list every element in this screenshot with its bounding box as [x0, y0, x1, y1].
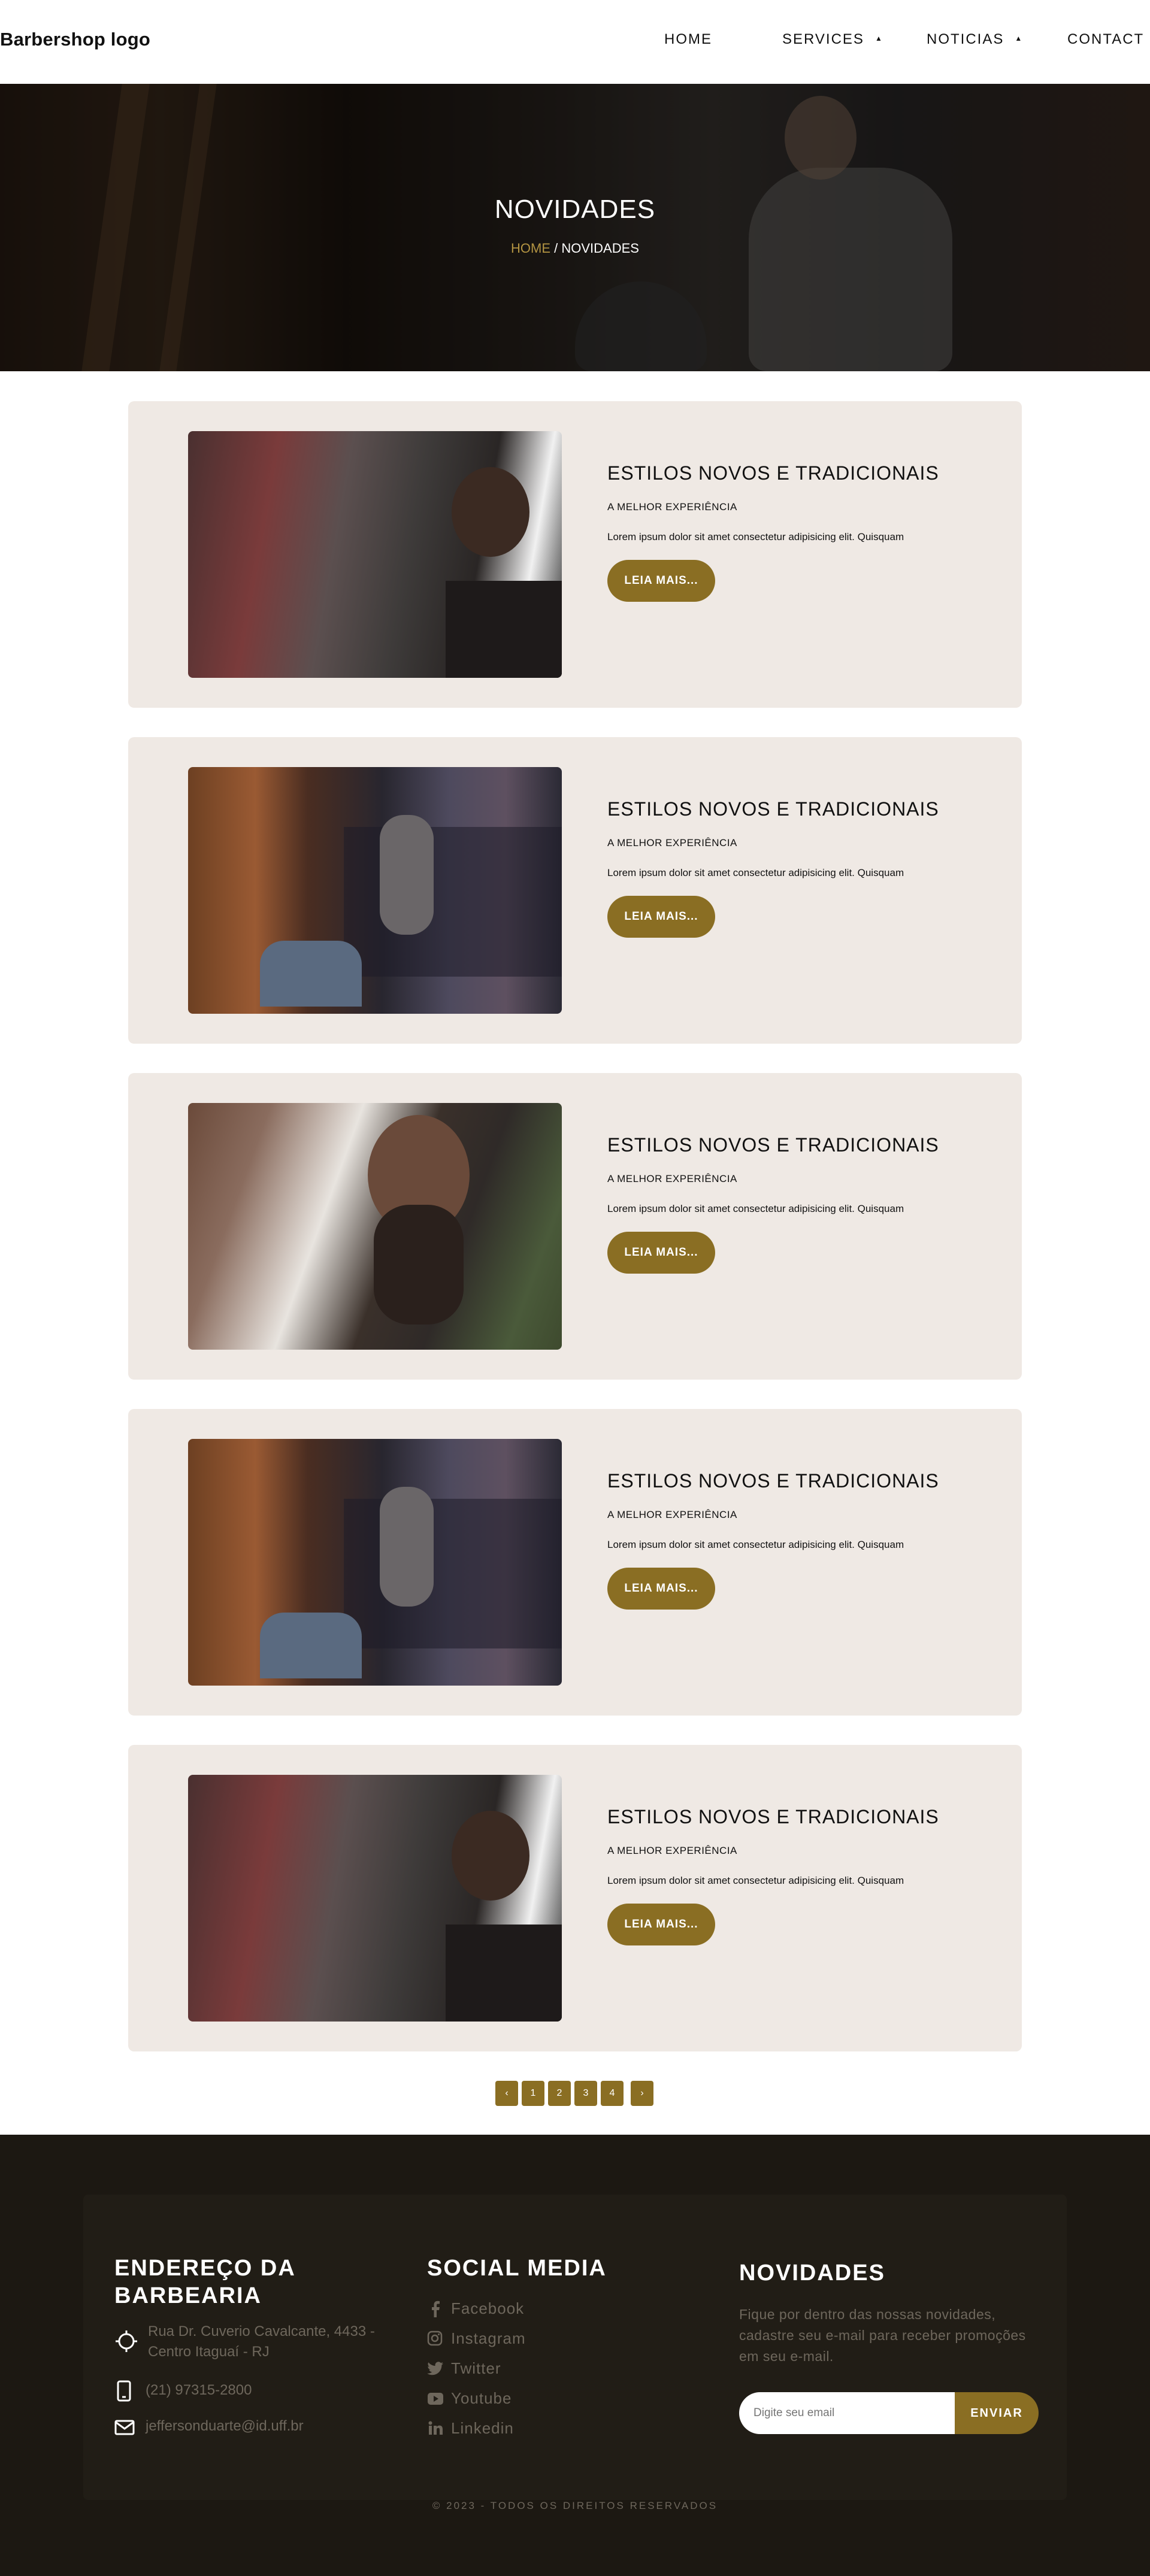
read-more-button[interactable]: LEIA MAIS... [607, 1232, 715, 1274]
social-link-youtube[interactable]: Youtube [451, 2389, 512, 2408]
nav-home-label: HOME [664, 31, 712, 47]
newsletter-title: NOVIDADES [739, 2260, 885, 2286]
nav-contact[interactable]: CONTACT [1067, 31, 1144, 48]
read-more-button[interactable]: LEIA MAIS... [607, 560, 715, 602]
youtube-icon [428, 2393, 443, 2405]
image-detail [344, 827, 562, 977]
news-card: ESTILOS NOVOS E TRADICIONAIS A MELHOR EX… [128, 1745, 1022, 2051]
navbar: Barbershop logo HOME SERVICES ▲ NOTICIAS ▲… [0, 0, 1150, 84]
facebook-icon [432, 2301, 440, 2317]
caret-up-icon: ▲ [1015, 34, 1024, 43]
address-email[interactable]: jeffersonduarte@id.uff.br [146, 2416, 304, 2436]
pagination-next-button[interactable]: › [631, 2081, 653, 2106]
image-detail [380, 1487, 434, 1607]
newsletter-email-input[interactable] [739, 2392, 955, 2434]
news-card: ESTILOS NOVOS E TRADICIONAIS A MELHOR EX… [128, 1073, 1022, 1380]
nav-services[interactable]: SERVICES ▲ [782, 31, 883, 48]
nav-noticias-label: NOTICIAS [927, 31, 1004, 47]
image-detail [344, 1499, 562, 1648]
logo[interactable]: Barbershop logo [0, 29, 150, 50]
breadcrumb-separator: / [550, 241, 562, 256]
news-card-subtitle: A MELHOR EXPERIÊNCIA [607, 1845, 737, 1856]
image-detail [452, 467, 529, 557]
news-card-subtitle: A MELHOR EXPERIÊNCIA [607, 1173, 737, 1184]
news-card-text: Lorem ipsum dolor sit amet consectetur a… [607, 531, 904, 543]
image-detail [260, 1613, 362, 1678]
address-street-line: Rua Dr. Cuverio Cavalcante, 4433 - [148, 2323, 375, 2339]
nav-contact-label: CONTACT [1067, 31, 1145, 47]
linkedin-icon [428, 2421, 443, 2435]
news-card-title: ESTILOS NOVOS E TRADICIONAIS [607, 1806, 939, 1828]
read-more-button[interactable]: LEIA MAIS... [607, 896, 715, 938]
phone-icon [117, 2380, 131, 2402]
breadcrumb: HOME / NOVIDADES [0, 241, 1150, 256]
location-icon [116, 2330, 137, 2352]
instagram-icon [427, 2330, 443, 2346]
footer-panel: ENDEREÇO DA BARBEARIA Rua Dr. Cuverio Ca… [83, 2195, 1067, 2500]
nav-noticias[interactable]: NOTICIAS ▲ [927, 31, 1023, 48]
pagination-page-4[interactable]: 4 [601, 2081, 624, 2106]
image-detail [452, 1811, 529, 1901]
address-title-line: ENDEREÇO DA [114, 2256, 296, 2281]
social-link-facebook[interactable]: Facebook [451, 2299, 524, 2318]
copyright: © 2023 - TODOS OS DIREITOS RESERVADOS [432, 2500, 718, 2511]
news-card-subtitle: A MELHOR EXPERIÊNCIA [607, 501, 737, 513]
read-more-button[interactable]: LEIA MAIS... [607, 1568, 715, 1610]
newsletter-submit-button[interactable]: ENVIAR [955, 2392, 1039, 2434]
news-card: ESTILOS NOVOS E TRADICIONAIS A MELHOR EX… [128, 737, 1022, 1044]
news-card-image[interactable] [188, 1439, 562, 1686]
breadcrumb-home-link[interactable]: HOME [511, 241, 550, 256]
pagination-prev-button[interactable]: ‹ [495, 2081, 518, 2106]
breadcrumb-current: NOVIDADES [561, 241, 639, 256]
news-card-text: Lorem ipsum dolor sit amet consectetur a… [607, 1539, 904, 1550]
news-card-title: ESTILOS NOVOS E TRADICIONAIS [607, 1470, 939, 1492]
news-card: ESTILOS NOVOS E TRADICIONAIS A MELHOR EX… [128, 401, 1022, 708]
footer: ENDEREÇO DA BARBEARIA Rua Dr. Cuverio Ca… [0, 2135, 1150, 2576]
page-title: NOVIDADES [494, 195, 656, 224]
nav-home[interactable]: HOME [664, 31, 712, 48]
pagination-page-1[interactable]: 1 [522, 2081, 544, 2106]
address-street: Rua Dr. Cuverio Cavalcante, 4433 - Centr… [148, 2322, 375, 2362]
news-card: ESTILOS NOVOS E TRADICIONAIS A MELHOR EX… [128, 1409, 1022, 1716]
image-detail [374, 1205, 464, 1325]
twitter-icon [427, 2362, 443, 2375]
address-title: ENDEREÇO DA BARBEARIA [114, 2254, 296, 2310]
nav-services-label: SERVICES [782, 31, 864, 47]
news-card-subtitle: A MELHOR EXPERIÊNCIA [607, 1509, 737, 1520]
news-card-image[interactable] [188, 1103, 562, 1350]
news-card-text: Lorem ipsum dolor sit amet consectetur a… [607, 1875, 904, 1886]
newsletter-text-line: em seu e-mail. [739, 2348, 834, 2364]
pagination-page-2[interactable]: 2 [548, 2081, 571, 2106]
image-detail [446, 581, 562, 678]
news-card-image[interactable] [188, 767, 562, 1014]
newsletter-text: Fique por dentro das nossas novidades, c… [739, 2304, 1026, 2367]
image-detail [446, 1925, 562, 2022]
news-card-text: Lorem ipsum dolor sit amet consectetur a… [607, 1203, 904, 1214]
news-card-subtitle: A MELHOR EXPERIÊNCIA [607, 837, 737, 848]
news-card-image[interactable] [188, 431, 562, 678]
image-detail [260, 941, 362, 1007]
image-detail [380, 815, 434, 935]
social-link-instagram[interactable]: Instagram [451, 2329, 526, 2348]
social-title: SOCIAL MEDIA [427, 2256, 607, 2281]
hero-banner: NOVIDADES HOME / NOVIDADES [0, 84, 1150, 371]
social-link-linkedin[interactable]: Linkedin [451, 2419, 514, 2438]
read-more-button[interactable]: LEIA MAIS... [607, 1904, 715, 1945]
email-icon [114, 2420, 135, 2435]
hero-overlay [0, 84, 1150, 371]
newsletter-text-line: cadastre seu e-mail para receber promoçõ… [739, 2328, 1026, 2343]
news-card-title: ESTILOS NOVOS E TRADICIONAIS [607, 462, 939, 484]
address-title-line: BARBEARIA [114, 2283, 262, 2308]
news-card-image[interactable] [188, 1775, 562, 2022]
news-card-title: ESTILOS NOVOS E TRADICIONAIS [607, 798, 939, 820]
pagination-page-3[interactable]: 3 [574, 2081, 597, 2106]
main-nav: HOME SERVICES ▲ NOTICIAS ▲ CONTACT [611, 31, 1150, 55]
address-street-line: Centro Itaguaí - RJ [148, 2344, 270, 2360]
news-card-text: Lorem ipsum dolor sit amet consectetur a… [607, 867, 904, 878]
news-card-title: ESTILOS NOVOS E TRADICIONAIS [607, 1134, 939, 1156]
address-phone: (21) 97315-2800 [146, 2382, 252, 2398]
caret-up-icon: ▲ [874, 34, 883, 43]
newsletter-text-line: Fique por dentro das nossas novidades, [739, 2307, 996, 2322]
social-link-twitter[interactable]: Twitter [451, 2359, 501, 2378]
